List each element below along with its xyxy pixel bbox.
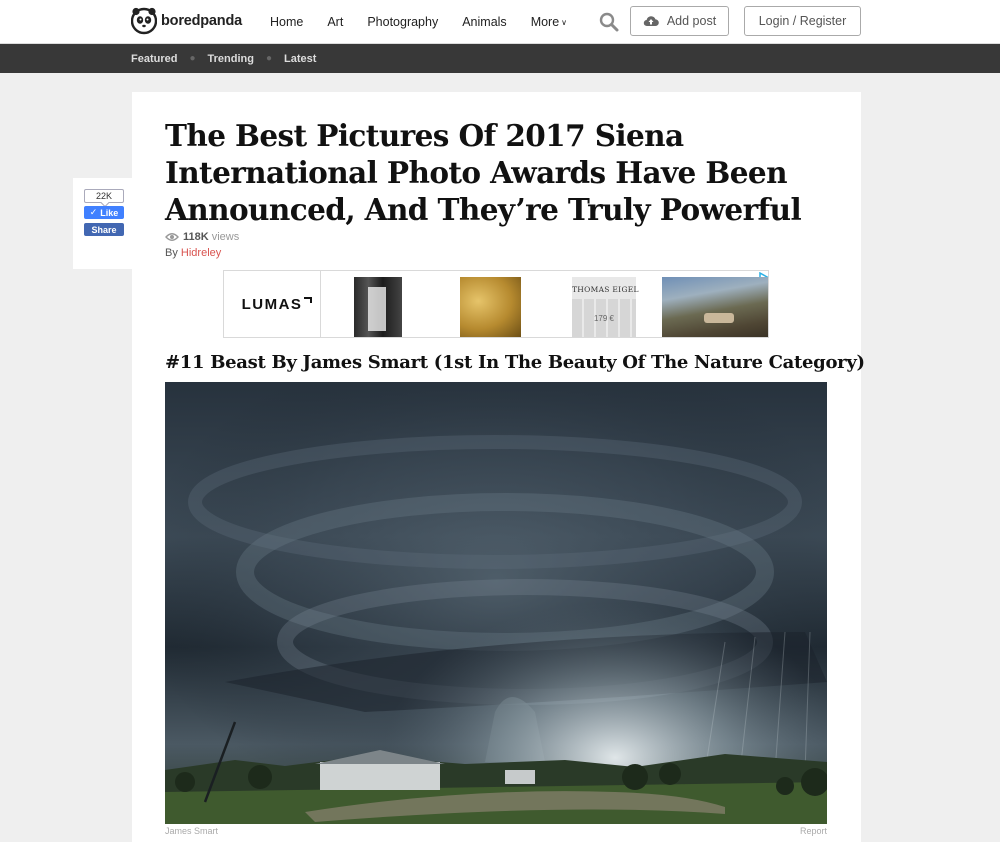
byline: By Hidreley (165, 247, 221, 259)
view-count-number: 118K (183, 231, 209, 243)
ad-thumbnail[interactable] (354, 277, 402, 337)
ad-thumbnail[interactable]: THOMAS EIGEL 179 € (572, 277, 639, 337)
nav-photography[interactable]: Photography (367, 15, 438, 29)
login-register-button[interactable]: Login / Register (744, 6, 861, 36)
item-caption: #11 Beast By James Smart (1st In The Bea… (165, 352, 865, 373)
subnav-separator: ● (189, 53, 196, 64)
logo-text: boredpanda (161, 13, 242, 29)
nav-home[interactable]: Home (270, 15, 303, 29)
facebook-like-button[interactable]: ✓ Like (84, 206, 124, 219)
facebook-like-label: Like (100, 207, 119, 218)
nav-more[interactable]: More ∨ (531, 15, 567, 29)
ad-thumbnail[interactable] (662, 277, 768, 337)
add-post-button[interactable]: Add post (630, 6, 729, 36)
subnav-featured[interactable]: Featured (131, 53, 177, 65)
report-link[interactable]: Report (800, 826, 827, 836)
ad-thumbnail[interactable] (460, 277, 521, 337)
main-nav: Home Art Photography Animals More ∨ (258, 0, 579, 44)
ad-brand-text: LUMAS (241, 295, 303, 313)
site-logo[interactable]: boredpanda (131, 6, 242, 36)
ad-brand-corner-mark (304, 297, 312, 303)
check-icon: ✓ (89, 207, 98, 217)
storm-photo-illustration (165, 382, 827, 824)
login-register-label: Login / Register (758, 14, 847, 28)
cloud-upload-icon (643, 16, 659, 27)
ad-thumbnail-detail (368, 287, 386, 331)
nav-art[interactable]: Art (327, 15, 343, 29)
view-count: 118K views (165, 231, 239, 243)
subnav-trending[interactable]: Trending (208, 53, 254, 65)
like-count-bubble: 22K (84, 189, 124, 203)
caret-down-icon: ∨ (561, 18, 568, 27)
eye-icon (165, 233, 179, 241)
panda-logo-icon (131, 7, 157, 35)
social-share-sidebar: 22K ✓ Like Share (73, 178, 132, 269)
byline-prefix: By (165, 247, 178, 259)
ad-artist-name: THOMAS EIGEL (572, 285, 639, 294)
nav-more-label: More (530, 15, 560, 29)
facebook-share-label: Share (91, 224, 117, 235)
article-title: The Best Pictures Of 2017 Siena Internat… (165, 118, 802, 227)
ad-brand-logo[interactable]: LUMAS (224, 271, 321, 337)
advertisement-banner[interactable]: LUMAS THOMAS EIGEL 179 € (223, 270, 769, 338)
ad-thumbnail-detail (704, 313, 734, 323)
subnav-separator: ● (265, 53, 273, 64)
facebook-share-button[interactable]: Share (84, 223, 124, 236)
top-bar: boredpanda Home Art Photography Animals … (0, 0, 1000, 44)
author-link[interactable]: Hidreley (181, 247, 221, 259)
sub-nav: Featured ● Trending ● Latest (0, 44, 1000, 73)
add-post-label: Add post (666, 14, 717, 28)
view-count-label: views (211, 231, 240, 243)
photo-credit[interactable]: James Smart (165, 826, 218, 836)
ad-price: 179 € (593, 314, 615, 323)
article-card: The Best Pictures Of 2017 Siena Internat… (132, 92, 865, 842)
storm-photo[interactable] (165, 382, 827, 824)
subnav-latest[interactable]: Latest (284, 53, 316, 65)
nav-animals[interactable]: Animals (462, 15, 506, 29)
search-icon[interactable] (598, 11, 620, 33)
